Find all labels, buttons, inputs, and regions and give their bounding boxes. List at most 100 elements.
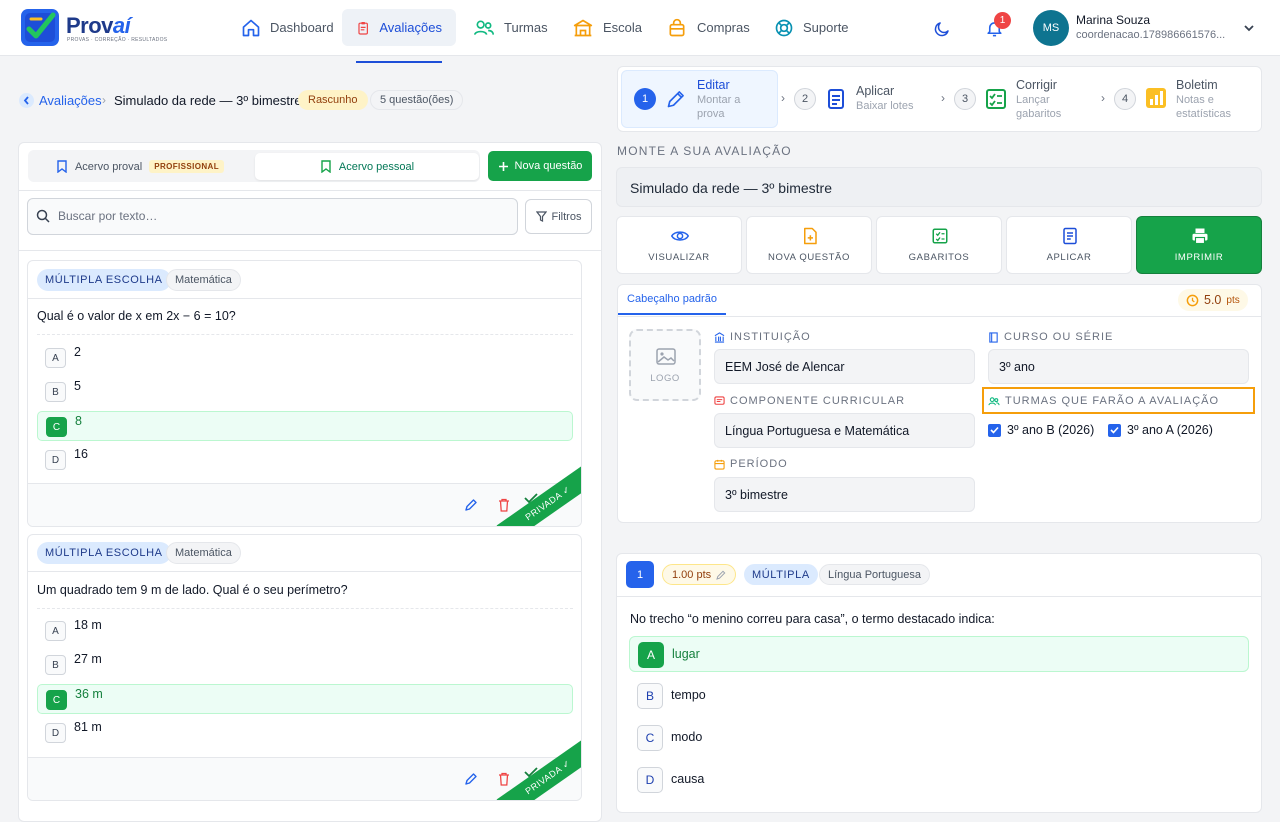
action-label: IMPRIMIR bbox=[1174, 252, 1224, 263]
delete-button[interactable] bbox=[498, 498, 510, 512]
class-checkbox[interactable]: 3º ano B (2026) bbox=[988, 423, 1094, 437]
option-d[interactable]: Dcausa bbox=[629, 762, 1249, 798]
lifebuoy-icon bbox=[775, 19, 793, 36]
bookmark-icon bbox=[321, 160, 331, 173]
tab-acervo-proval[interactable]: Acervo proval PROFISSIONAL bbox=[31, 153, 249, 180]
option-b[interactable]: B 27 m bbox=[37, 650, 573, 680]
option-letter: C bbox=[637, 725, 663, 751]
option-b[interactable]: B5 bbox=[37, 377, 573, 407]
brand-name: Provaí bbox=[66, 13, 131, 39]
delete-button[interactable] bbox=[498, 772, 510, 786]
step-title[interactable]: Aplicar bbox=[856, 84, 894, 98]
step-subtitle: Notas e estatísticas bbox=[1176, 94, 1232, 120]
option-letter: A bbox=[45, 348, 66, 368]
class-checkbox[interactable]: 3º ano A (2026) bbox=[1108, 423, 1213, 437]
action-label: GABARITOS bbox=[908, 252, 970, 263]
option-text: 5 bbox=[74, 379, 81, 393]
checkbox-checked[interactable] bbox=[988, 423, 1001, 437]
course-field[interactable]: 3º ano bbox=[988, 349, 1249, 384]
nav-label: Avaliações bbox=[379, 20, 442, 35]
field-label: TURMAS QUE FARÃO A AVALIAÇÃO bbox=[1005, 395, 1220, 407]
field-label: CURSO OU SÉRIE bbox=[1004, 331, 1114, 343]
action-label: APLICAR bbox=[1046, 252, 1092, 263]
question-card-footer bbox=[28, 483, 581, 526]
user-avatar[interactable]: MS bbox=[1033, 10, 1069, 46]
nav-escola[interactable]: Escola bbox=[558, 9, 656, 46]
edit-button[interactable] bbox=[464, 498, 478, 512]
nav-label: Escola bbox=[603, 20, 643, 35]
new-question-label: Nova questão bbox=[514, 160, 583, 172]
option-text: tempo bbox=[671, 688, 706, 702]
question-card-header: MÚLTIPLA ESCOLHA Matemática bbox=[28, 535, 581, 572]
step-number[interactable]: 4 bbox=[1114, 88, 1136, 110]
print-button[interactable]: IMPRIMIR bbox=[1136, 216, 1262, 274]
question-card[interactable]: MÚLTIPLA ESCOLHA Matemática Um quadrado … bbox=[27, 534, 582, 801]
field-label: PERÍODO bbox=[730, 458, 788, 470]
image-icon bbox=[656, 348, 676, 365]
search-icon bbox=[36, 209, 50, 223]
option-text: 16 bbox=[74, 447, 88, 461]
nav-suporte[interactable]: Suporte bbox=[760, 9, 863, 46]
option-c-correct[interactable]: C 36 m bbox=[37, 684, 573, 714]
brand-name-part-1: Prov bbox=[66, 13, 113, 38]
tab-label: Acervo proval bbox=[74, 160, 143, 173]
filters-label: Filtros bbox=[551, 210, 582, 223]
option-c[interactable]: Cmodo bbox=[629, 720, 1249, 756]
logo-upload[interactable]: LOGO bbox=[629, 329, 701, 401]
step-title[interactable]: Boletim bbox=[1176, 78, 1218, 92]
option-d[interactable]: D 16 bbox=[37, 445, 573, 475]
classes-label: TURMAS QUE FARÃO A AVALIAÇÃO bbox=[988, 395, 1219, 407]
option-c-correct[interactable]: C8 bbox=[37, 411, 573, 441]
assessment-title-value: Simulado da rede — 3º bimestre bbox=[630, 180, 832, 196]
nav-label: Turmas bbox=[504, 20, 548, 35]
users-icon bbox=[474, 20, 494, 35]
filters-button[interactable]: Filtros bbox=[525, 199, 592, 234]
period-field[interactable]: 3º bimestre bbox=[714, 477, 975, 512]
nav-dashboard[interactable]: Dashboard bbox=[227, 9, 348, 46]
step-title[interactable]: Corrigir bbox=[1016, 78, 1057, 92]
option-letter: C bbox=[46, 417, 67, 437]
option-b[interactable]: Btempo bbox=[629, 678, 1249, 714]
document-icon bbox=[1063, 227, 1077, 245]
chevron-right-icon: › bbox=[1101, 91, 1105, 105]
brand-logo[interactable] bbox=[21, 9, 59, 46]
question-card[interactable]: MÚLTIPLA ESCOLHA Matemática Qual é o val… bbox=[27, 260, 582, 527]
chevron-left-icon bbox=[23, 96, 29, 105]
nav-turmas[interactable]: Turmas bbox=[459, 9, 562, 46]
step-number[interactable]: 2 bbox=[794, 88, 816, 110]
field-label: INSTITUIÇÃO bbox=[730, 331, 811, 343]
user-menu-toggle[interactable] bbox=[1243, 23, 1255, 33]
nav-compras[interactable]: Compras bbox=[652, 9, 764, 46]
breadcrumb-avaliacoes-link[interactable]: Avaliações bbox=[39, 93, 102, 108]
step-number[interactable]: 3 bbox=[954, 88, 976, 110]
option-a[interactable]: A 18 m bbox=[37, 616, 573, 646]
total-points-value: 5.0 bbox=[1204, 293, 1222, 307]
component-field[interactable]: Língua Portuguesa e Matemática bbox=[714, 413, 975, 448]
option-letter: C bbox=[46, 690, 67, 710]
new-question-button[interactable]: Nova questão bbox=[488, 151, 592, 181]
institution-label: INSTITUIÇÃO bbox=[714, 331, 811, 343]
checkbox-checked[interactable] bbox=[1108, 423, 1121, 437]
clock-icon bbox=[1186, 294, 1199, 306]
edit-button[interactable] bbox=[464, 772, 478, 786]
option-a[interactable]: A2 bbox=[37, 343, 573, 373]
field-label: COMPONENTE CURRICULAR bbox=[730, 395, 906, 407]
checkmark-logo-icon bbox=[25, 12, 56, 42]
option-d[interactable]: D 81 m bbox=[37, 718, 573, 748]
question-points[interactable]: 1.00 pts bbox=[662, 564, 737, 585]
status-badge: Rascunho bbox=[298, 90, 368, 110]
tab-acervo-pessoal[interactable]: Acervo pessoal bbox=[255, 153, 479, 180]
dark-mode-toggle[interactable] bbox=[933, 20, 951, 38]
answer-keys-button[interactable]: GABARITOS bbox=[876, 216, 1002, 274]
apply-button[interactable]: APLICAR bbox=[1006, 216, 1132, 274]
pencil-icon bbox=[716, 570, 726, 580]
nav-avaliacoes[interactable]: Avaliações bbox=[342, 9, 456, 46]
option-a-correct[interactable]: Alugar bbox=[629, 636, 1249, 672]
back-button[interactable] bbox=[19, 93, 34, 108]
checklist-icon bbox=[932, 228, 948, 244]
divider bbox=[618, 316, 1261, 317]
institution-field[interactable]: EEM José de Alencar bbox=[714, 349, 975, 384]
add-question-button[interactable]: NOVA QUESTÃO bbox=[746, 216, 872, 274]
preview-button[interactable]: VISUALIZAR bbox=[616, 216, 742, 274]
tab-default-header[interactable]: Cabeçalho padrão bbox=[618, 285, 726, 315]
